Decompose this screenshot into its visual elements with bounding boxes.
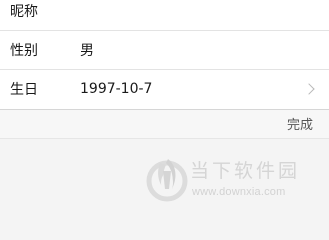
nickname-label: 昵称 bbox=[10, 4, 38, 20]
profile-edit-screen: 昵称 性别 男 生日 1997-10-7 完成 当下软件园 www.downxi… bbox=[0, 0, 329, 215]
profile-form: 昵称 性别 男 生日 1997-10-7 bbox=[0, 0, 329, 110]
watermark-brand: 当下软件园 bbox=[190, 160, 301, 182]
birthday-label: 生日 bbox=[10, 82, 38, 98]
chevron-right-icon bbox=[303, 83, 315, 95]
watermark-url: www.downxia.com bbox=[192, 186, 286, 198]
watermark: 当下软件园 www.downxia.com bbox=[146, 155, 316, 211]
downxia-logo-icon bbox=[146, 159, 188, 202]
form-row-gender[interactable]: 性别 男 bbox=[0, 31, 329, 69]
form-row-birthday[interactable]: 生日 1997-10-7 bbox=[0, 70, 329, 108]
done-button[interactable]: 完成 bbox=[287, 114, 313, 133]
date-picker-area[interactable]: 当下软件园 www.downxia.com bbox=[0, 139, 329, 215]
birthday-value: 1997-10-7 bbox=[80, 81, 153, 97]
gender-label: 性别 bbox=[10, 43, 38, 59]
gender-value: 男 bbox=[80, 43, 94, 59]
form-row-nickname[interactable]: 昵称 bbox=[0, 0, 329, 30]
picker-toolbar: 完成 bbox=[0, 110, 329, 138]
